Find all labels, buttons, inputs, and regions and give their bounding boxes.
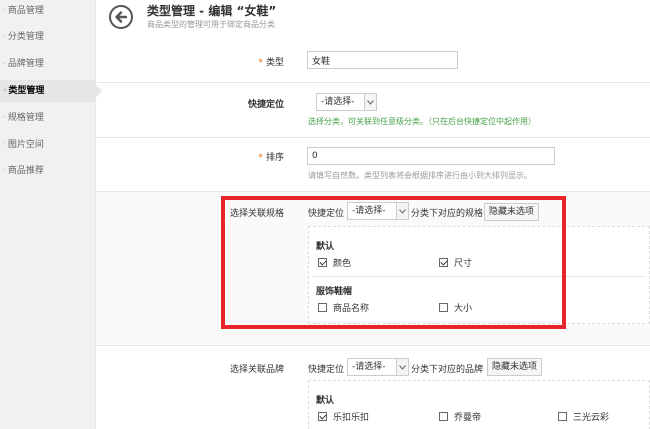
spec-checkbox-size[interactable]: 尺寸	[439, 256, 472, 269]
sidebar-item-label: 品牌管理	[7, 59, 44, 69]
sidebar: · 商品管理 · 分类管理 · 品牌管理 · 类型管理 · 规格管理 · 图片空间 · 商品推…	[0, 0, 102, 429]
back-button[interactable]	[109, 5, 133, 29]
divider	[96, 345, 650, 346]
brand-checkbox-sanguang[interactable]: 三光云彩	[558, 410, 609, 423]
hide-unselected-spec-button[interactable]: 隐藏未选项	[484, 203, 540, 221]
spec-group-title: 服饰鞋帽	[316, 287, 353, 297]
sidebar-item-category[interactable]: · 分类管理	[0, 26, 95, 48]
spec-category-select[interactable]: -请选择-	[347, 202, 409, 220]
chevron-down-icon	[396, 359, 408, 375]
quick-locate-hint: 选择分类，可关联到任意级分类。（只在后台快捷定位中起作用）	[308, 117, 536, 126]
page-title: 类型管理 - 编辑 “女鞋”	[147, 4, 277, 18]
spec-label: 选择关联规格	[229, 209, 284, 219]
sidebar-item-image-space[interactable]: · 图片空间	[0, 134, 95, 156]
checkbox-icon	[558, 412, 567, 421]
sidebar-item-label: 商品推荐	[7, 166, 44, 176]
brand-after-text: 分类下对应的品牌	[411, 365, 484, 375]
sidebar-item-label: 类型管理	[8, 86, 45, 96]
checkbox-icon	[439, 258, 448, 267]
category-select[interactable]: -请选择-	[316, 93, 377, 111]
group-divider	[312, 276, 646, 277]
hide-unselected-brand-button[interactable]: 隐藏未选项	[487, 358, 543, 376]
chevron-down-icon	[396, 203, 408, 219]
sidebar-item-recommend[interactable]: · 商品推荐	[0, 160, 95, 182]
sidebar-item-label: 分类管理	[7, 32, 44, 42]
sidebar-item-label: 商品管理	[7, 6, 44, 16]
sort-hint: 请填写自然数。类型列表将会根据排序进行由小到大排列显示。	[308, 171, 532, 180]
page-subtitle: 商品类型的管理可用于绑定商品分类	[147, 20, 275, 29]
spec-checkbox-product-name[interactable]: 商品名称	[318, 301, 369, 314]
type-name-input[interactable]	[307, 51, 458, 69]
quick-locate-label: 快捷定位	[247, 100, 284, 110]
brand-group-title: 默认	[316, 396, 335, 406]
brand-checkbox-lock-lock[interactable]: 乐扣乐扣	[318, 410, 369, 423]
spec-after-text: 分类下对应的规格	[411, 209, 484, 219]
checkbox-icon	[318, 412, 327, 421]
sidebar-item-spec[interactable]: · 规格管理	[0, 107, 95, 129]
sidebar-item-label: 规格管理	[7, 113, 44, 123]
brand-quick-locate-label: 快捷定位	[308, 365, 345, 375]
checkbox-icon	[439, 303, 448, 312]
divider	[96, 82, 650, 83]
arrow-left-icon	[115, 11, 128, 23]
divider	[96, 137, 650, 138]
sidebar-item-brand[interactable]: · 品牌管理	[0, 53, 95, 75]
spec-checkbox-dimension[interactable]: 大小	[439, 301, 472, 314]
sidebar-item-label: 图片空间	[7, 140, 44, 150]
spec-checkbox-color[interactable]: 颜色	[318, 256, 351, 269]
brand-category-select[interactable]: -请选择-	[347, 358, 409, 376]
checkbox-icon	[318, 303, 327, 312]
sort-input[interactable]	[307, 147, 555, 165]
brand-label: 选择关联品牌	[229, 365, 284, 375]
checkbox-icon	[318, 258, 327, 267]
brand-checkbox-qiaomandi[interactable]: 乔曼帝	[439, 410, 481, 423]
chevron-down-icon	[364, 94, 376, 110]
spec-group-title: 默认	[316, 242, 335, 252]
sidebar-item-goods[interactable]: · 商品管理	[0, 0, 95, 22]
type-label: * 类型	[258, 58, 284, 68]
sidebar-item-type[interactable]: · 类型管理	[0, 80, 102, 102]
checkbox-icon	[439, 412, 448, 421]
sort-label: * 排序	[258, 153, 284, 163]
spec-quick-locate-label: 快捷定位	[308, 209, 345, 219]
